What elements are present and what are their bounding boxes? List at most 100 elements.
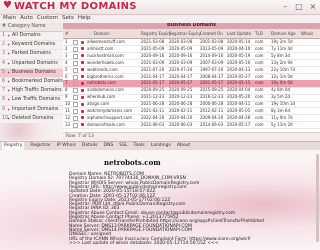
tab-dns[interactable]: DNS [104, 142, 114, 150]
registry-expiry: 2021-06-28 [141, 101, 165, 107]
sidebar-item-category[interactable]: 3 ✦ Parked Domains [0, 50, 63, 60]
sidebar-item-category[interactable]: 5 ✦ Business Domains [0, 68, 63, 78]
category-label: Deleted Domains [12, 115, 54, 121]
row-checkbox[interactable] [73, 46, 78, 52]
tab-tools[interactable]: Tools [133, 142, 144, 150]
maximize-button[interactable]: □ [295, 1, 303, 13]
tab-ssl[interactable]: SSL [119, 142, 127, 150]
sidebar-item-category[interactable]: 7 ✦ High Traffic Domains [0, 87, 63, 97]
sidebar-item-category[interactable]: 1 ✦ All Domains [0, 32, 63, 42]
whois-scrollbar[interactable] [316, 154, 319, 242]
tld: com [255, 66, 264, 72]
domain-age: 22y 10m 7d [271, 66, 296, 72]
created-on: 2000-06-28 [200, 101, 224, 107]
last-update: 2020-05-19 [227, 52, 251, 58]
column-domain-age[interactable]: Domain Age [271, 29, 296, 38]
registrar-expiry: 2020-12-23 [169, 94, 193, 100]
last-update: 2020-04-10 [227, 45, 251, 51]
column-domain[interactable]: Domain [94, 29, 110, 38]
row-checkbox[interactable] [73, 88, 78, 94]
column-registry-expiry[interactable]: Registry Expiry [141, 29, 171, 38]
last-update: 2020-04-04 [227, 87, 251, 93]
menu-bar: Main Auto Custom Sets Help [0, 14, 320, 23]
table-row[interactable]: 13 domainsfinale.com 2021-06-03 2020-06-03 2… [63, 121, 320, 130]
menu-main[interactable]: Main [3, 14, 16, 23]
sidebar-item-category[interactable]: 2 ✦ Keyword Domains [0, 41, 63, 51]
row-checkbox[interactable] [73, 122, 78, 128]
domain-age: 8y 3m 6d [271, 108, 290, 113]
category-label: Unparked Domains [12, 60, 58, 66]
row-checkbox[interactable] [73, 95, 78, 101]
row-checkbox[interactable] [73, 40, 78, 45]
registry-expiry: 2021-02-11 [141, 108, 165, 113]
registry-expiry: 2021-05-17 [141, 80, 165, 86]
created-on: 2001-03-08 [200, 39, 224, 44]
domain-name: nuckhostmail.com [87, 52, 124, 58]
row-number: 2 [65, 45, 68, 51]
category-name-header[interactable]: Category Name [8, 23, 46, 31]
domain-age: 12y 1m 0d [271, 73, 293, 79]
row-checkbox[interactable] [73, 74, 78, 80]
whois-domain-title: netrobots.com [104, 158, 161, 167]
column-registrar-expiry[interactable]: Registrar Expiry [169, 29, 201, 38]
row-checkbox[interactable] [73, 67, 78, 73]
menu-custom[interactable]: Custom [37, 14, 58, 23]
menu-auto[interactable]: Auto [20, 14, 33, 23]
sidebar-item-category[interactable]: 6 ✦ Bookmarked Domains [0, 78, 65, 88]
tld: com [255, 108, 264, 113]
registry-expiry: 2021-04-17 [141, 73, 165, 79]
domain-age: 4y 8m 0d [271, 87, 290, 93]
created-on: 2014-06-03 [200, 121, 224, 127]
tld: com [255, 101, 264, 107]
app-title: WATCH MY DOMAINS [14, 1, 137, 12]
tab-registrar[interactable]: Registrar [30, 142, 50, 150]
tld: com [255, 87, 264, 93]
row-checkbox[interactable] [73, 115, 78, 121]
tab-about[interactable]: About [177, 142, 190, 150]
column-last-update[interactable]: Last Update [227, 29, 251, 38]
menu-help[interactable]: Help [78, 14, 91, 23]
column-whois[interactable]: Whois [301, 29, 313, 38]
domain-name: arkhostt.com [87, 45, 114, 51]
domain-icon [81, 47, 84, 51]
domain-icon [81, 61, 84, 65]
domain-name: domainsfinale.com [87, 121, 125, 127]
category-number-header[interactable]: # [0, 23, 8, 31]
minimize-button[interactable]: – [281, 1, 289, 13]
domain-icon [81, 81, 84, 85]
registry-expiry: 2021-12-23 [141, 94, 165, 100]
row-number: 10 [65, 101, 71, 107]
row-checkbox[interactable] [73, 60, 78, 66]
tab-landings[interactable]: Landings [151, 142, 171, 150]
category-label: Business Domains [12, 69, 56, 75]
row-number: 6 [65, 73, 68, 79]
last-update: 2020-05-14 [227, 39, 251, 44]
sidebar-item-category[interactable]: 4 ✦ Unparked Domains [0, 60, 63, 69]
close-button[interactable]: × [309, 1, 317, 13]
tab-registry[interactable]: Registry [2, 142, 25, 150]
row-checkbox[interactable] [73, 109, 78, 114]
menu-sets[interactable]: Sets [62, 14, 74, 23]
heart-icon: ♥ [3, 0, 12, 11]
category-label: Parked Domains [12, 51, 51, 57]
tab-ip-whois[interactable]: IP Whois [57, 142, 76, 150]
sidebar-item-category[interactable]: 8 ✦ Low Traffic Domains [0, 96, 63, 106]
column-tld[interactable]: TLD [255, 29, 263, 38]
registry-expiry: 2022-04-20 [141, 114, 165, 120]
row-checkbox[interactable] [73, 102, 78, 108]
tab-details[interactable]: Details [82, 142, 98, 150]
domain-icon [81, 116, 84, 120]
category-label: All Domains [12, 33, 41, 38]
registrar-expiry: 2020-03-08 [169, 39, 193, 44]
row-checkbox[interactable] [73, 81, 78, 87]
row-checkbox[interactable] [73, 53, 78, 59]
registrar-expiry: 2020-04-17 [169, 73, 193, 79]
created-on: 2008-04-17 [200, 73, 224, 79]
created-on: 2016-12-23 [200, 94, 224, 100]
last-update: 2020-05-05 [227, 108, 251, 113]
tld: com [255, 73, 264, 79]
created-on: 2009-04-20 [200, 114, 224, 120]
sidebar-item-category[interactable]: 9 ✦ Important Domains [0, 106, 63, 115]
column-number[interactable]: # [65, 29, 68, 38]
column-created-on[interactable]: Created On [200, 29, 223, 38]
